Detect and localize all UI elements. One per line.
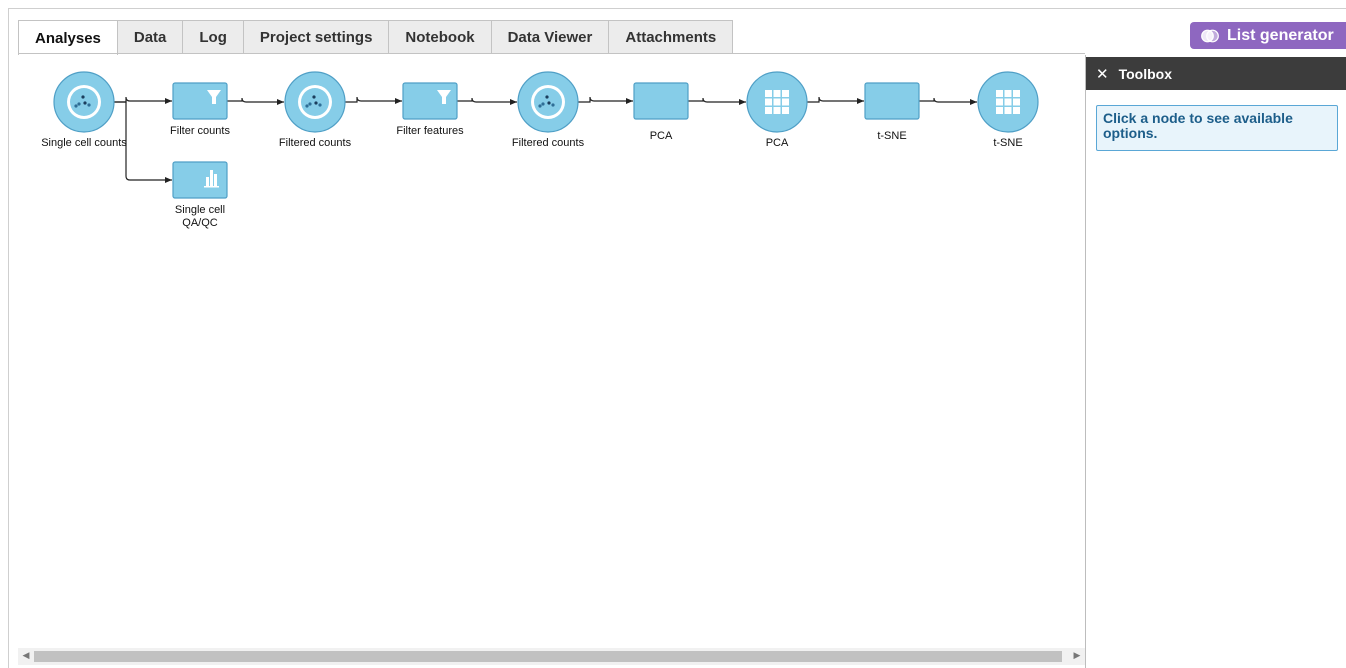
grid-cell [1013,98,1020,106]
bar [210,170,213,186]
pipeline-edge [457,97,517,105]
task-node-8[interactable] [864,82,920,120]
grid-cell [782,98,789,106]
panel-divider [1085,55,1086,668]
grid-cell [765,107,772,114]
bar [206,177,209,186]
grid-cell [1004,90,1012,97]
scatter-dot [77,102,81,106]
tab-divider [18,53,1085,54]
venn-icon [1201,29,1219,42]
scatter-dot [551,103,555,107]
pipeline-edge [227,97,284,105]
tab-bar: Analyses Data Log Project settings Noteb… [18,20,734,55]
pipeline-canvas: Single cell counts Filter counts Filtered … [18,55,1085,645]
scatter-dot [74,104,78,108]
grid-cell [765,90,772,97]
node-label: Single cell QA/QC [174,204,226,229]
scatter-dot [81,95,85,99]
tab-attachments[interactable]: Attachments [608,20,734,53]
scatter-dot [538,104,542,108]
scatter-dot [541,102,545,106]
pipeline-edge [114,96,172,104]
scatter-dot [545,95,549,99]
data-node-1[interactable] [53,71,115,133]
scatter-dot [308,102,312,106]
task-node-10[interactable] [172,161,228,199]
scroll-left-arrow[interactable]: ◀ [20,650,32,661]
task-node-shape[interactable] [633,82,689,120]
toolbox-header: ✕ Toolbox [1086,57,1346,90]
baseline [204,186,219,188]
scatter-dot [547,101,551,105]
grid-cell [1004,98,1012,106]
data-node-9[interactable] [977,71,1039,133]
tab-data-viewer[interactable]: Data Viewer [490,20,610,53]
pipeline-edge [919,97,977,105]
close-icon[interactable]: ✕ [1096,65,1109,83]
data-node-5[interactable] [517,71,579,133]
scatter-dot [318,103,322,107]
grid-cell [996,98,1003,106]
grid-cell [765,98,772,106]
scroll-right-arrow[interactable]: ▶ [1071,650,1083,661]
node-label: Filter counts [170,125,230,137]
node-label: PCA [765,137,789,149]
pipeline-edge [807,96,864,104]
bar [214,174,217,186]
node-label: Filter features [396,125,464,137]
data-node-3[interactable] [284,71,346,133]
toolbox-hint: Click a node to see available options. [1096,105,1338,151]
scatter-dot [87,103,91,107]
task-node-shape[interactable] [402,82,458,120]
grid-cell [773,98,781,106]
tab-project-settings[interactable]: Project settings [242,20,390,53]
node-label: PCA [649,130,673,142]
scatter-dot [314,101,318,105]
toolbox-title: Toolbox [1118,65,1172,82]
scatter-dot [305,104,309,108]
task-node-shape[interactable] [172,82,228,120]
grid-cell [1013,107,1020,114]
tab-analyses[interactable]: Analyses [18,20,118,55]
node-label: Filtered counts [511,137,585,149]
node-label: t-SNE [993,137,1023,149]
task-node-2[interactable] [172,82,228,120]
pipeline-edge [578,96,633,104]
node-label: Filtered counts [278,137,352,149]
grid-cell [996,107,1003,114]
grid-cell [782,107,789,114]
tab-log[interactable]: Log [182,20,244,53]
scatter-dot [83,101,87,105]
task-node-6[interactable] [633,82,689,120]
task-node-shape[interactable] [172,161,228,199]
grid-cell [1004,107,1012,114]
list-generator-label: List generator [1227,26,1334,44]
scrollbar-thumb[interactable] [34,651,1062,662]
grid-cell [773,90,781,97]
tab-data[interactable]: Data [116,20,184,53]
horizontal-scrollbar[interactable]: ◀ ▶ [18,648,1085,665]
tab-notebook[interactable]: Notebook [388,20,492,53]
pipeline-edge [345,96,402,104]
list-generator-button[interactable]: List generator [1190,22,1346,49]
scatter-dot [312,95,316,99]
grid-cell [996,90,1003,97]
grid-cell [1013,90,1020,97]
task-node-shape[interactable] [864,82,920,120]
data-node-7[interactable] [746,71,808,133]
node-label: t-SNE [877,130,907,142]
pipeline-edge [688,97,746,105]
task-node-4[interactable] [402,82,458,120]
node-label: Single cell counts [41,137,127,149]
grid-cell [773,107,781,114]
grid-cell [782,90,789,97]
